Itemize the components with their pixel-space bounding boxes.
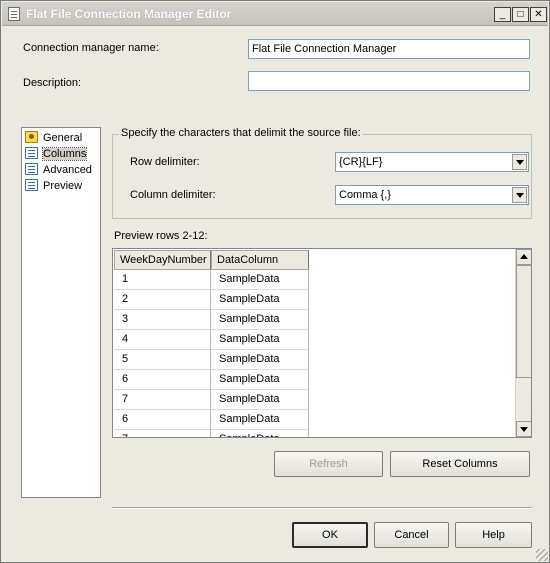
delimiter-group: Specify the characters that delimit the … (112, 127, 532, 219)
maximize-button[interactable]: □ (512, 7, 529, 22)
delimiter-group-label: Specify the characters that delimit the … (119, 127, 363, 139)
table-cell: SampleData (211, 430, 309, 437)
vertical-scrollbar[interactable] (515, 249, 531, 437)
description-input[interactable] (248, 71, 530, 91)
dialog-window: Flat File Connection Manager Editor _ □ … (0, 0, 550, 563)
resize-grip-icon[interactable] (536, 549, 548, 561)
table-cell: 7 (114, 430, 211, 437)
table-cell: SampleData (211, 310, 309, 330)
cancel-button[interactable]: Cancel (374, 522, 449, 548)
advanced-icon (25, 163, 38, 175)
nav-item-label: Advanced (43, 164, 92, 176)
general-icon (25, 131, 38, 143)
row-delimiter-select[interactable]: {CR}{LF} (335, 152, 529, 172)
nav-item-label: Columns (41, 147, 88, 161)
close-icon: ✕ (534, 9, 543, 20)
ok-button[interactable]: OK (292, 522, 368, 548)
table-cell: 7 (114, 390, 211, 410)
column-delimiter-label: Column delimiter: (130, 189, 216, 201)
preview-label: Preview rows 2-12: (114, 230, 208, 242)
help-button[interactable]: Help (455, 522, 532, 548)
columns-icon (25, 147, 38, 159)
table-cell: 5 (114, 350, 211, 370)
minimize-button[interactable]: _ (494, 7, 511, 22)
window-title: Flat File Connection Manager Editor (26, 7, 232, 21)
title-bar[interactable]: Flat File Connection Manager Editor _ □ … (2, 2, 548, 26)
nav-item-label: Preview (43, 180, 83, 192)
table-cell: 2 (114, 290, 211, 310)
table-cell: SampleData (211, 390, 309, 410)
scroll-up-icon[interactable] (516, 249, 531, 265)
table-cell: 6 (114, 370, 211, 390)
table-cell: SampleData (211, 290, 309, 310)
page-navigation: General Columns Advanced Preview (21, 127, 101, 498)
table-cell: 1 (114, 270, 211, 290)
scrollbar-thumb[interactable] (516, 265, 531, 378)
table-cell: SampleData (211, 330, 309, 350)
nav-item-general[interactable]: General (25, 130, 97, 146)
column-header-datacolumn[interactable]: DataColumn (211, 250, 309, 270)
scroll-down-icon[interactable] (516, 421, 531, 437)
column-header-weekdaynumber[interactable]: WeekDayNumber (114, 250, 211, 270)
app-icon (8, 7, 20, 21)
nav-item-preview[interactable]: Preview (25, 178, 97, 194)
row-delimiter-value: {CR}{LF} (339, 156, 383, 168)
table-cell: SampleData (211, 270, 309, 290)
nav-item-columns[interactable]: Columns (25, 146, 97, 162)
refresh-button[interactable]: Refresh (274, 451, 383, 477)
table-cell: 4 (114, 330, 211, 350)
preview-icon (25, 179, 38, 191)
table-cell: SampleData (211, 350, 309, 370)
close-button[interactable]: ✕ (530, 7, 547, 22)
table-cell: 6 (114, 410, 211, 430)
minimize-icon: _ (499, 9, 506, 20)
maximize-icon: □ (517, 9, 524, 20)
nav-item-label: General (43, 132, 83, 144)
chevron-down-icon[interactable] (512, 154, 527, 170)
footer-divider (112, 507, 532, 509)
column-delimiter-select[interactable]: Comma {,} (335, 185, 529, 205)
table-cell: 3 (114, 310, 211, 330)
connection-name-label: Connection manager name: (23, 42, 159, 54)
preview-grid[interactable]: WeekDayNumber DataColumn 1 SampleData 2 … (112, 248, 532, 438)
connection-name-input[interactable]: Flat File Connection Manager (248, 39, 530, 59)
nav-item-advanced[interactable]: Advanced (25, 162, 97, 178)
column-delimiter-value: Comma {,} (339, 189, 391, 201)
description-label: Description: (23, 77, 82, 89)
scrollbar-track[interactable] (516, 378, 531, 421)
chevron-down-icon[interactable] (512, 187, 527, 203)
row-delimiter-label: Row delimiter: (130, 156, 200, 168)
table-cell: SampleData (211, 370, 309, 390)
reset-columns-button[interactable]: Reset Columns (390, 451, 530, 477)
table-cell: SampleData (211, 410, 309, 430)
